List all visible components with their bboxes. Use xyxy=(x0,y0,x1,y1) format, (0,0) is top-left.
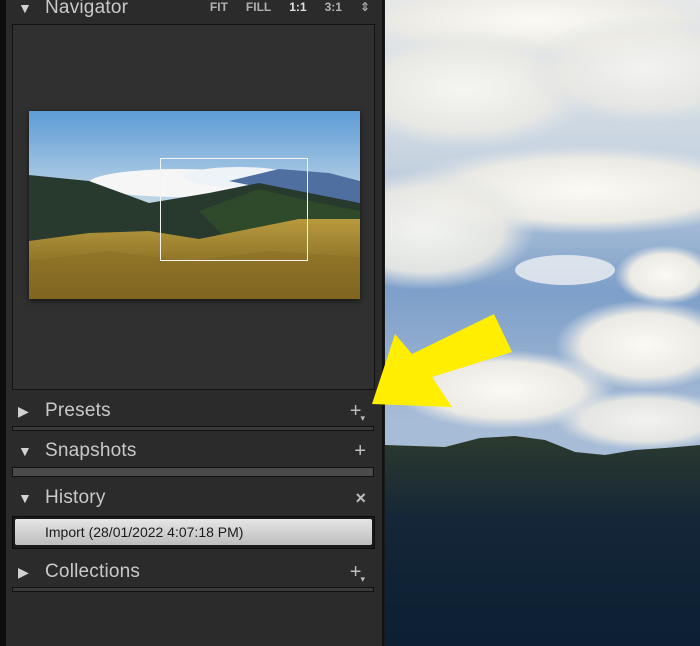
expanded-triangle-icon[interactable]: ▼ xyxy=(18,490,38,506)
history-header[interactable]: ▼ History × xyxy=(6,485,380,511)
presets-title: Presets xyxy=(45,400,111,421)
annotation-arrow-icon xyxy=(372,314,512,407)
snapshots-header[interactable]: ▼ Snapshots + xyxy=(6,438,380,464)
navigator-thumbnail[interactable] xyxy=(29,111,360,299)
zoom-3-1-button[interactable]: 3:1 xyxy=(325,0,342,14)
snapshots-title: Snapshots xyxy=(45,440,137,461)
collections-title: Collections xyxy=(45,561,141,582)
navigator-header[interactable]: ▼ Navigator FIT FILL 1:1 3:1 ⇕ xyxy=(6,0,380,21)
navigator-preview xyxy=(12,24,375,390)
history-item[interactable]: Import (28/01/2022 4:07:18 PM) xyxy=(15,519,372,545)
snapshots-list xyxy=(12,467,374,477)
collapsed-triangle-icon[interactable]: ▶ xyxy=(18,564,38,581)
add-preset-icon[interactable]: +▾ xyxy=(350,401,366,424)
clear-history-icon[interactable]: × xyxy=(355,488,366,508)
collections-header[interactable]: ▶ Collections +▾ xyxy=(6,559,380,585)
navigator-zoom-options: FIT FILL 1:1 3:1 ⇕ xyxy=(210,0,370,16)
history-title: History xyxy=(45,487,106,508)
collections-divider xyxy=(12,587,374,592)
presets-divider xyxy=(12,426,374,431)
left-panel: ▼ Navigator FIT FILL 1:1 3:1 ⇕ ▶ Presets… xyxy=(0,0,385,646)
zoom-updown-icon[interactable]: ⇕ xyxy=(360,0,370,14)
zoom-1-1-button[interactable]: 1:1 xyxy=(289,0,306,14)
navigator-view-frame[interactable] xyxy=(160,158,308,261)
presets-header[interactable]: ▶ Presets +▾ xyxy=(6,398,380,424)
expanded-triangle-icon[interactable]: ▼ xyxy=(18,443,38,459)
navigator-title: Navigator xyxy=(45,0,129,18)
zoom-fill-button[interactable]: FILL xyxy=(246,0,271,14)
add-snapshot-icon[interactable]: + xyxy=(354,441,366,461)
zoom-fit-button[interactable]: FIT xyxy=(210,0,228,14)
expanded-triangle-icon[interactable]: ▼ xyxy=(18,0,38,16)
history-list: Import (28/01/2022 4:07:18 PM) xyxy=(12,516,375,549)
add-collection-icon[interactable]: +▾ xyxy=(350,562,366,585)
collapsed-triangle-icon[interactable]: ▶ xyxy=(18,403,38,420)
